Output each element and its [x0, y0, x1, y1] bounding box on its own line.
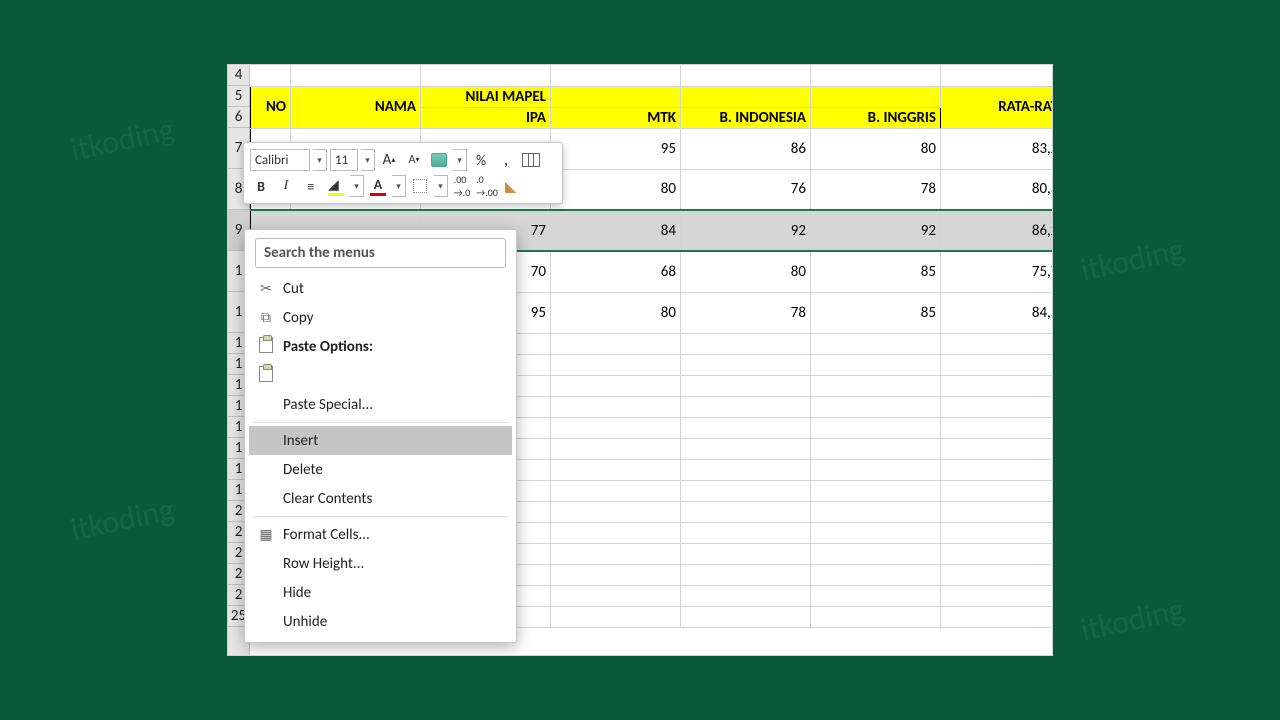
font-color-button[interactable]: A [367, 175, 389, 197]
cell-mtk[interactable]: 80 [551, 169, 681, 210]
fill-color-dropdown[interactable]: ▾ [350, 175, 364, 197]
cell-binggris[interactable]: 85 [811, 292, 941, 333]
scissors-icon: ✂ [257, 280, 275, 297]
comma-button[interactable]: , [495, 149, 517, 171]
col-binggris-header: B. INGGRIS [811, 107, 941, 128]
menu-separator [253, 422, 508, 423]
cell-bindonesia[interactable]: 86 [681, 128, 811, 169]
accounting-format-button[interactable] [428, 149, 450, 171]
cell-ratarata[interactable]: 86,25 [941, 210, 1054, 251]
context-search-input[interactable]: Search the menus [255, 238, 506, 268]
menu-insert[interactable]: Insert [249, 426, 512, 455]
row-header-5[interactable]: 5 [228, 86, 249, 107]
font-color-dropdown[interactable]: ▾ [392, 175, 406, 197]
mini-format-toolbar: Calibri ▾ 11 ▾ A▴ A▾ ▾ % , B I ≡ ◢ ▾ A ▾ [243, 142, 563, 204]
menu-separator [253, 516, 508, 517]
col-mtk-header: MTK [551, 107, 681, 128]
col-nilai-mapel-header: NILAI MAPEL [421, 86, 551, 107]
menu-copy[interactable]: ⧉ Copy [249, 303, 512, 332]
menu-row-height[interactable]: Row Height... [249, 549, 512, 578]
font-size-dropdown[interactable]: ▾ [361, 149, 375, 171]
cell-binggris[interactable]: 92 [811, 210, 941, 251]
format-painter-button[interactable] [501, 175, 523, 197]
clipboard-icon [257, 337, 275, 357]
menu-paste-options-label: Paste Options: [249, 332, 512, 361]
cell-mtk[interactable]: 80 [551, 292, 681, 333]
cell-ratarata[interactable]: 84,50 [941, 292, 1054, 333]
decrease-font-button[interactable]: A▾ [403, 149, 425, 171]
increase-decimal-button[interactable]: .00→.0 [451, 175, 473, 197]
row-context-menu: Search the menus ✂ Cut ⧉ Copy Paste Opti… [244, 229, 517, 643]
col-ipa-header: IPA [421, 107, 551, 128]
borders-dropdown[interactable]: ▾ [434, 175, 448, 197]
col-bindonesia-header: B. INDONESIA [681, 107, 811, 128]
menu-paste-special[interactable]: Paste Special... [249, 390, 512, 419]
spreadsheet-frame: 4 5 6 7 8 9 1 1 1 1 1 1 1 1 1 1 2 2 2 2 … [227, 64, 1053, 656]
cell-bindonesia[interactable]: 76 [681, 169, 811, 210]
cell-mtk[interactable]: 68 [551, 251, 681, 292]
percent-button[interactable]: % [470, 149, 492, 171]
cell-ratarata[interactable]: 83,25 [941, 128, 1054, 169]
cell-mtk[interactable]: 95 [551, 128, 681, 169]
col-rata-rata-header: RATA-RATA [941, 86, 1054, 128]
menu-cut[interactable]: ✂ Cut [249, 274, 512, 303]
borders-button[interactable] [409, 175, 431, 197]
bold-button[interactable]: B [250, 175, 272, 197]
cell-ratarata[interactable]: 75,75 [941, 251, 1054, 292]
cell-ratarata[interactable]: 80,50 [941, 169, 1054, 210]
menu-clear-contents[interactable]: Clear Contents [249, 484, 512, 513]
col-nama-header: NAMA [291, 86, 421, 128]
cell-mtk[interactable]: 84 [551, 210, 681, 251]
font-name-dropdown[interactable]: ▾ [313, 149, 327, 171]
menu-hide[interactable]: Hide [249, 578, 512, 607]
menu-delete[interactable]: Delete [249, 455, 512, 484]
format-cells-icon: ▦ [257, 526, 275, 543]
copy-icon: ⧉ [257, 309, 275, 326]
font-name-select[interactable]: Calibri [250, 149, 310, 171]
row-header-6[interactable]: 6 [228, 107, 249, 128]
row-header-4[interactable]: 4 [228, 65, 249, 86]
cell-binggris[interactable]: 78 [811, 169, 941, 210]
increase-font-button[interactable]: A▴ [378, 149, 400, 171]
fill-color-button[interactable]: ◢ [325, 175, 347, 197]
decrease-decimal-button[interactable]: .0→.00 [476, 175, 498, 197]
cell-bindonesia[interactable]: 92 [681, 210, 811, 251]
font-size-select[interactable]: 11 [330, 149, 358, 171]
italic-button[interactable]: I [275, 175, 297, 197]
menu-format-cells[interactable]: ▦ Format Cells... [249, 520, 512, 549]
menu-unhide[interactable]: Unhide [249, 607, 512, 636]
accounting-dropdown[interactable]: ▾ [453, 149, 467, 171]
merge-center-button[interactable] [520, 149, 542, 171]
paste-default-icon [257, 366, 275, 386]
menu-paste-default[interactable] [249, 361, 512, 390]
col-no-header: NO [251, 86, 291, 128]
cell-binggris[interactable]: 80 [811, 128, 941, 169]
align-button[interactable]: ≡ [300, 175, 322, 197]
cell-bindonesia[interactable]: 80 [681, 251, 811, 292]
cell-bindonesia[interactable]: 78 [681, 292, 811, 333]
cell-binggris[interactable]: 85 [811, 251, 941, 292]
